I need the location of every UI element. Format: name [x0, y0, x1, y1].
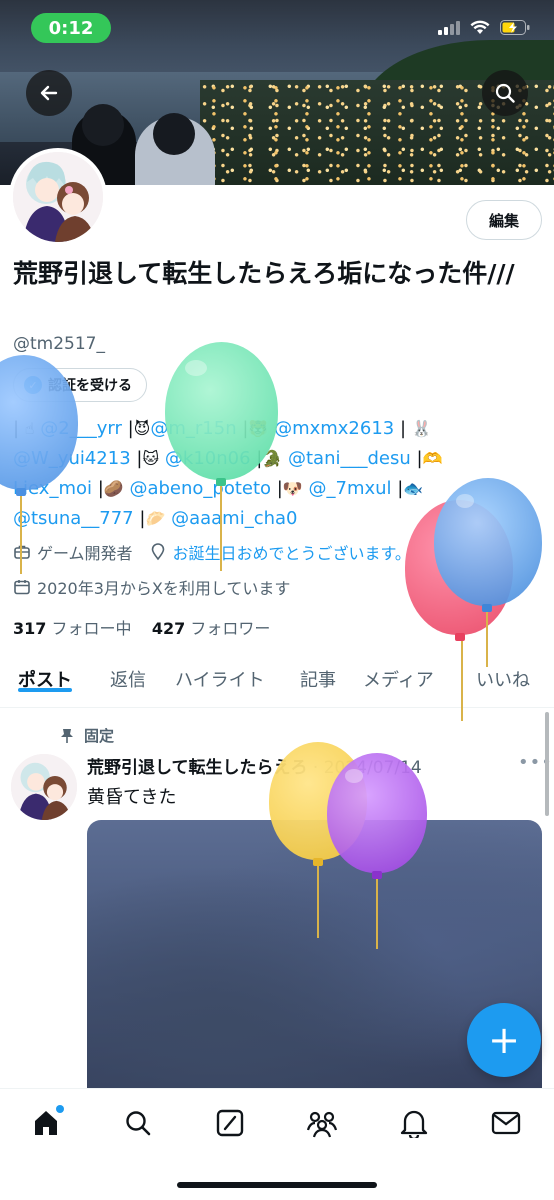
bio-line-2: @W_yui4213 |🐱 @k10n06 |🐊 @tani___desu |🫶	[13, 444, 548, 474]
following-link[interactable]: 317 フォロー中	[13, 619, 132, 638]
status-icons	[438, 20, 530, 35]
balloon-blue-left	[0, 355, 80, 575]
tweet-avatar[interactable]	[11, 754, 77, 820]
profile-joined-row: 2020年3月からXを利用しています	[13, 575, 290, 599]
nav-search[interactable]	[118, 1103, 158, 1143]
mention-link[interactable]: @mxmx2613	[274, 418, 394, 439]
pinned-label: 固定	[84, 727, 115, 745]
tab-highlights[interactable]: ハイライト	[175, 654, 265, 692]
location-icon	[151, 543, 164, 561]
nav-notifications[interactable]	[394, 1103, 434, 1143]
followers-count: 427	[151, 619, 186, 638]
followers-label: フォロワー	[190, 619, 271, 638]
tweet-text: 黄昏てきた	[87, 787, 177, 808]
mail-icon	[491, 1111, 521, 1135]
search-icon	[126, 1111, 151, 1136]
communities-icon	[306, 1111, 338, 1138]
scrollbar[interactable]	[545, 712, 549, 816]
dumpling-emoji-icon: 🥟	[145, 509, 166, 528]
search-button[interactable]	[482, 70, 528, 116]
wifi-icon	[470, 20, 490, 34]
cellular-signal-icon	[438, 20, 460, 35]
mention-link[interactable]: @tani___desu	[288, 448, 411, 469]
bio-line-1: | ☝ @2___yrr |😈@m_r15n |🐯 @mxmx2613 | 🐰	[13, 414, 548, 444]
tab-articles[interactable]: 記事	[300, 654, 336, 692]
potato-emoji-icon: 🥔	[103, 479, 124, 498]
back-arrow-icon	[40, 85, 58, 101]
status-time: 0:12	[31, 13, 111, 43]
heart-hands-emoji-icon: 🫶	[422, 449, 443, 468]
nav-grok[interactable]	[210, 1103, 250, 1143]
tab-replies[interactable]: 返信	[110, 654, 146, 692]
notification-dot	[56, 1105, 64, 1113]
search-icon	[495, 83, 515, 103]
following-label: フォロー中	[51, 619, 132, 638]
back-button[interactable]	[26, 70, 72, 116]
profile-avatar[interactable]	[9, 148, 107, 246]
devil-emoji-icon: 😈	[133, 419, 151, 438]
tab-posts[interactable]: ポスト	[18, 654, 72, 692]
compose-post-button[interactable]: +	[467, 1003, 541, 1077]
balloon-green	[165, 342, 280, 572]
rabbit-emoji-icon: 🐰	[411, 419, 432, 438]
battery-charging-icon	[500, 20, 530, 35]
banner-person-right	[135, 113, 215, 185]
bell-icon	[400, 1110, 428, 1138]
balloon-purple	[327, 753, 429, 953]
nav-communities[interactable]	[302, 1103, 342, 1143]
nav-messages[interactable]	[486, 1103, 526, 1143]
home-icon	[35, 1111, 57, 1135]
calendar-icon	[14, 580, 30, 595]
grok-icon	[216, 1109, 244, 1137]
balloon-blue-right	[434, 478, 544, 668]
cat-emoji-icon: 🐱	[142, 449, 160, 468]
dog-emoji-icon: 🐶	[282, 479, 303, 498]
nav-home[interactable]	[26, 1103, 66, 1143]
pinned-indicator: 固定	[60, 725, 114, 746]
following-count: 317	[13, 619, 47, 638]
pin-icon	[61, 728, 73, 743]
mention-link[interactable]: @_7mxul	[309, 478, 392, 499]
edit-profile-button[interactable]: 編集	[466, 200, 542, 240]
followers-link[interactable]: 427 フォロワー	[152, 619, 271, 638]
profile-joined: 2020年3月からXを利用しています	[37, 579, 291, 598]
user-handle: @tm2517_	[13, 334, 105, 354]
display-name: 荒野引退して転生したらえろ垢になった件///	[13, 259, 515, 288]
home-indicator	[177, 1182, 377, 1188]
follow-stats: 317 フォロー中 427 フォロワー	[13, 615, 270, 639]
